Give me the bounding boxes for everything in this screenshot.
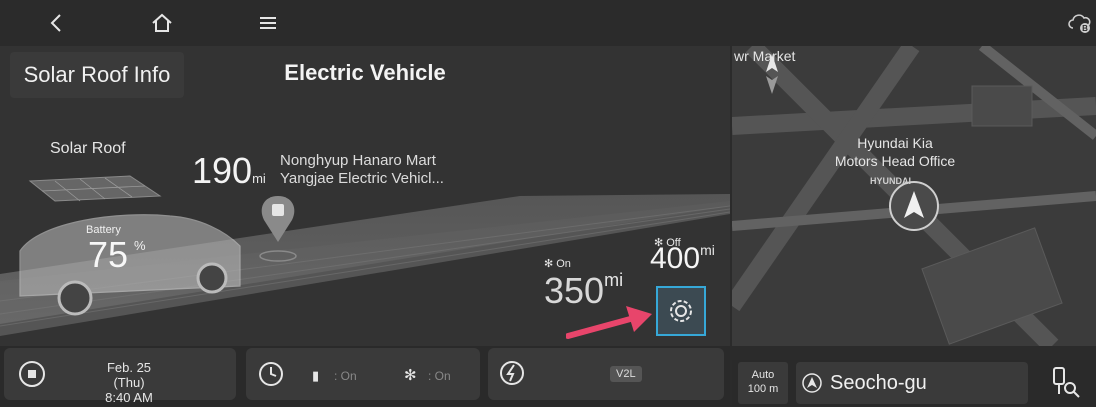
auto-label: Auto bbox=[751, 369, 775, 381]
current-location-button[interactable]: Seocho-gu bbox=[796, 362, 1028, 404]
cloud-icon: B bbox=[1068, 14, 1091, 33]
bottom-status-bar: Feb. 25 (Thu) 8:40 AM ▮ : On ✻ : On V2L bbox=[0, 346, 730, 406]
location-arrow-icon bbox=[802, 373, 822, 393]
scale-label: 100 m bbox=[747, 383, 779, 395]
gear-icon bbox=[670, 300, 692, 322]
map-label-hq-line-2: Motors Head Office bbox=[834, 153, 956, 169]
clock-icon bbox=[259, 362, 283, 386]
back-chevron-icon bbox=[50, 14, 61, 32]
highlight-arrow bbox=[566, 306, 652, 339]
date-text: Feb. 25 (Thu) bbox=[106, 360, 152, 390]
fan-icon: ✻ bbox=[404, 367, 417, 384]
tab-solar-roof-info[interactable]: Solar Roof Info bbox=[10, 52, 184, 98]
home-button[interactable] bbox=[142, 6, 182, 40]
v2l-charge-icon bbox=[500, 361, 524, 385]
location-name: Seocho-gu bbox=[830, 372, 927, 394]
menu-icon bbox=[260, 17, 276, 29]
plug-icon[interactable] bbox=[18, 360, 46, 388]
fan-icon: ✻ bbox=[544, 258, 554, 270]
v2l-badge: V2L bbox=[610, 366, 642, 382]
back-button[interactable] bbox=[36, 6, 76, 40]
map-zoom-auto-button[interactable]: Auto 100 m bbox=[738, 362, 788, 404]
range-on-unit: mi bbox=[604, 270, 624, 290]
solar-roof-label: Solar Roof bbox=[50, 140, 126, 157]
charging-station-search-button[interactable] bbox=[1044, 362, 1094, 404]
destination-distance-unit: mi bbox=[252, 171, 266, 186]
destination-distance-value: 190 bbox=[192, 150, 253, 191]
datetime: Feb. 25 (Thu) 8:40 AM bbox=[92, 360, 166, 405]
cloud-badge: B bbox=[1082, 24, 1088, 33]
fan-status: : On bbox=[428, 369, 451, 383]
destination-distance: 190mi bbox=[192, 150, 266, 192]
map-label-hq: Hyundai Kia Motors Head Office bbox=[820, 134, 970, 170]
cloud-status-button[interactable]: B bbox=[1060, 6, 1096, 40]
range-off: 400mi bbox=[650, 242, 715, 276]
home-icon bbox=[152, 13, 172, 32]
charging-search-icon bbox=[1053, 367, 1080, 398]
top-bar: B bbox=[0, 0, 1096, 46]
charge-status-icon: ▮ bbox=[312, 368, 320, 383]
range-off-value: 400 bbox=[650, 242, 701, 275]
navigation-map[interactable] bbox=[732, 46, 1096, 346]
destination-poi[interactable]: Nonghyup Hanaro Mart Yangjae Electric Ve… bbox=[280, 152, 444, 188]
poi-line-1: Nonghyup Hanaro Mart bbox=[280, 152, 436, 169]
time-text: 8:40 AM bbox=[105, 390, 153, 405]
range-settings-button[interactable] bbox=[656, 286, 706, 336]
map-canvas bbox=[732, 46, 1096, 346]
map-label-market: wr Market bbox=[734, 48, 796, 64]
poi-line-2: Yangjae Electric Vehicl... bbox=[280, 170, 444, 187]
range-off-unit: mi bbox=[700, 242, 715, 258]
battery-unit: % bbox=[134, 238, 146, 253]
charge-status: : On bbox=[334, 369, 357, 383]
range-on-label: ✻ On bbox=[544, 257, 571, 271]
battery-value: 75 bbox=[88, 234, 129, 275]
page-title: Electric Vehicle bbox=[284, 60, 446, 85]
map-label-brand: HYUNDAI bbox=[870, 176, 912, 186]
map-label-hq-line-1: Hyundai Kia bbox=[857, 135, 933, 151]
menu-button[interactable] bbox=[248, 6, 288, 40]
